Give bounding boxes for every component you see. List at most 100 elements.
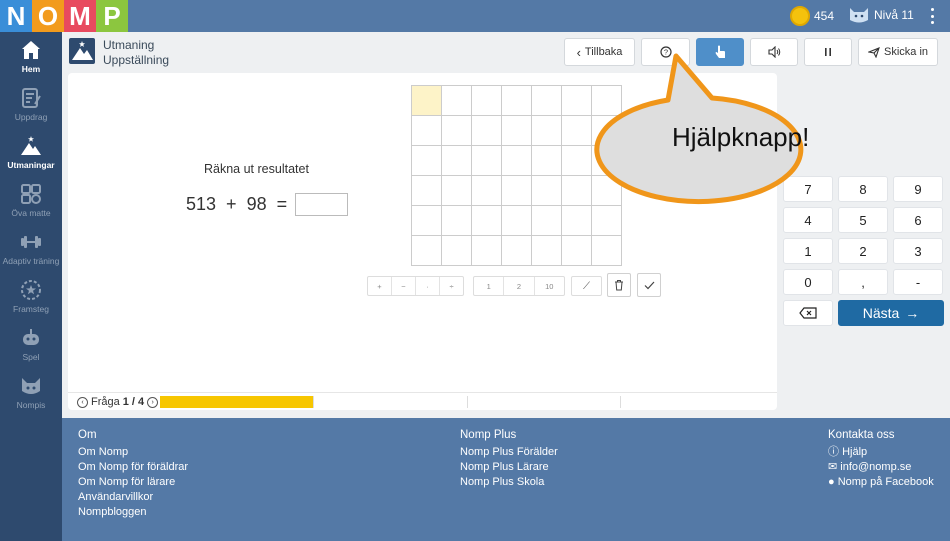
more-menu-icon[interactable] [929, 8, 935, 24]
grid-cell[interactable] [442, 116, 472, 146]
sidebar-item-framsteg[interactable]: Framsteg [0, 278, 62, 314]
tool-num-2[interactable]: 2 [504, 277, 535, 295]
footer-link[interactable]: Om Nomp för föräldrar [78, 460, 188, 475]
pause-button[interactable] [804, 38, 852, 66]
grid-cell[interactable] [562, 116, 592, 146]
keypad-key[interactable]: 6 [893, 207, 943, 233]
tool-dot[interactable]: · [416, 277, 440, 295]
sidebar-item-ova-matte[interactable]: Öva matte [0, 182, 62, 218]
answer-input[interactable] [295, 193, 349, 216]
grid-cell[interactable] [472, 146, 502, 176]
tool-num-10[interactable]: 10 [535, 277, 564, 295]
grid-cell[interactable] [442, 176, 472, 206]
sound-button[interactable] [750, 38, 798, 66]
grid-cell[interactable] [532, 176, 562, 206]
sidebar-item-hem[interactable]: Hem [0, 38, 62, 74]
keypad-key[interactable]: - [893, 269, 943, 295]
help-button[interactable]: ? [641, 38, 690, 66]
submit-button[interactable]: Skicka in [858, 38, 938, 66]
grid-cell[interactable] [502, 86, 532, 116]
grid-cell[interactable] [502, 116, 532, 146]
grid-cell[interactable] [592, 176, 622, 206]
grid-cell[interactable] [442, 86, 472, 116]
grid-cell[interactable] [412, 116, 442, 146]
back-button[interactable]: ‹ Tillbaka [564, 38, 635, 66]
delete-button[interactable] [607, 273, 631, 297]
level-indicator[interactable]: Nivå 11 [848, 6, 914, 24]
keypad-key[interactable]: 8 [838, 176, 888, 202]
footer-link[interactable]: Användarvillkor [78, 490, 188, 505]
keypad-key[interactable]: 4 [783, 207, 833, 233]
keypad-key[interactable]: 7 [783, 176, 833, 202]
prev-question-icon[interactable]: ‹ [77, 396, 88, 408]
keypad-key[interactable]: 5 [838, 207, 888, 233]
grid-cell[interactable] [472, 176, 502, 206]
keypad-key[interactable]: 0 [783, 269, 833, 295]
grid-cell[interactable] [502, 236, 532, 266]
grid-cell[interactable] [592, 86, 622, 116]
next-button[interactable]: Nästa → [838, 300, 944, 326]
grid-cell[interactable] [472, 116, 502, 146]
keypad-key[interactable]: 2 [838, 238, 888, 264]
sidebar-item-uppdrag[interactable]: Uppdrag [0, 86, 62, 122]
sidebar-item-spel[interactable]: Spel [0, 326, 62, 362]
grid-cell[interactable] [532, 206, 562, 236]
grid-cell[interactable] [412, 236, 442, 266]
tool-plus[interactable]: + [368, 277, 392, 295]
grid-cell[interactable] [562, 206, 592, 236]
footer-link-facebook[interactable]: ● Nomp på Facebook [828, 475, 934, 490]
grid-cell[interactable] [592, 206, 622, 236]
grid-cell[interactable] [562, 236, 592, 266]
footer-link[interactable]: Om Nomp [78, 445, 188, 460]
footer-link[interactable]: Nomp Plus Skola [460, 475, 558, 490]
grid-cell[interactable] [502, 206, 532, 236]
keypad-key[interactable]: 9 [893, 176, 943, 202]
grid-cell[interactable] [442, 206, 472, 236]
scratch-grid[interactable] [411, 85, 622, 266]
footer-link[interactable]: Nomp Plus Förälder [460, 445, 558, 460]
pointer-button[interactable] [696, 38, 744, 66]
keypad-key[interactable]: , [838, 269, 888, 295]
grid-cell[interactable] [442, 146, 472, 176]
footer-link-email[interactable]: ✉ info@nomp.se [828, 460, 934, 475]
nomp-logo[interactable]: N O M P [0, 0, 128, 32]
backspace-button[interactable] [783, 300, 833, 326]
grid-cell[interactable] [472, 206, 502, 236]
next-question-icon[interactable]: › [147, 396, 159, 408]
sidebar-item-adaptiv-traning[interactable]: Adaptiv träning [0, 230, 62, 266]
grid-cell[interactable] [472, 86, 502, 116]
grid-cell[interactable] [412, 86, 442, 116]
grid-cell[interactable] [472, 236, 502, 266]
keypad-key[interactable]: 1 [783, 238, 833, 264]
keypad-key[interactable]: 3 [893, 238, 943, 264]
footer-link[interactable]: Nomp Plus Lärare [460, 460, 558, 475]
grid-cell[interactable] [442, 236, 472, 266]
footer-link[interactable]: Om Nomp för lärare [78, 475, 188, 490]
footer-link-help[interactable]: ⓘ Hjälp [828, 445, 934, 460]
grid-cell[interactable] [412, 206, 442, 236]
grid-cell[interactable] [562, 86, 592, 116]
grid-cell[interactable] [532, 86, 562, 116]
tool-minus[interactable]: − [392, 277, 416, 295]
grid-cell[interactable] [532, 146, 562, 176]
sidebar-item-utmaningar[interactable]: Utmaningar [0, 134, 62, 170]
grid-cell[interactable] [592, 146, 622, 176]
footer-link[interactable]: Nompbloggen [78, 505, 188, 520]
confirm-button[interactable] [637, 273, 661, 297]
grid-cell[interactable] [412, 176, 442, 206]
sidebar-item-nompis[interactable]: Nompis [0, 374, 62, 410]
grid-cell[interactable] [592, 116, 622, 146]
grid-cell[interactable] [532, 236, 562, 266]
sidebar-item-label: Framsteg [13, 304, 49, 314]
grid-cell[interactable] [532, 116, 562, 146]
grid-cell[interactable] [502, 176, 532, 206]
tool-num-1[interactable]: 1 [474, 277, 505, 295]
grid-cell[interactable] [502, 146, 532, 176]
grid-cell[interactable] [562, 146, 592, 176]
grid-cell[interactable] [562, 176, 592, 206]
footer-col-plus: Nomp Plus Nomp Plus Förälder Nomp Plus L… [460, 428, 558, 490]
grid-cell[interactable] [412, 146, 442, 176]
grid-cell[interactable] [592, 236, 622, 266]
eraser-tool[interactable]: ⟋ [571, 276, 602, 296]
tool-divide[interactable]: ÷ [440, 277, 463, 295]
